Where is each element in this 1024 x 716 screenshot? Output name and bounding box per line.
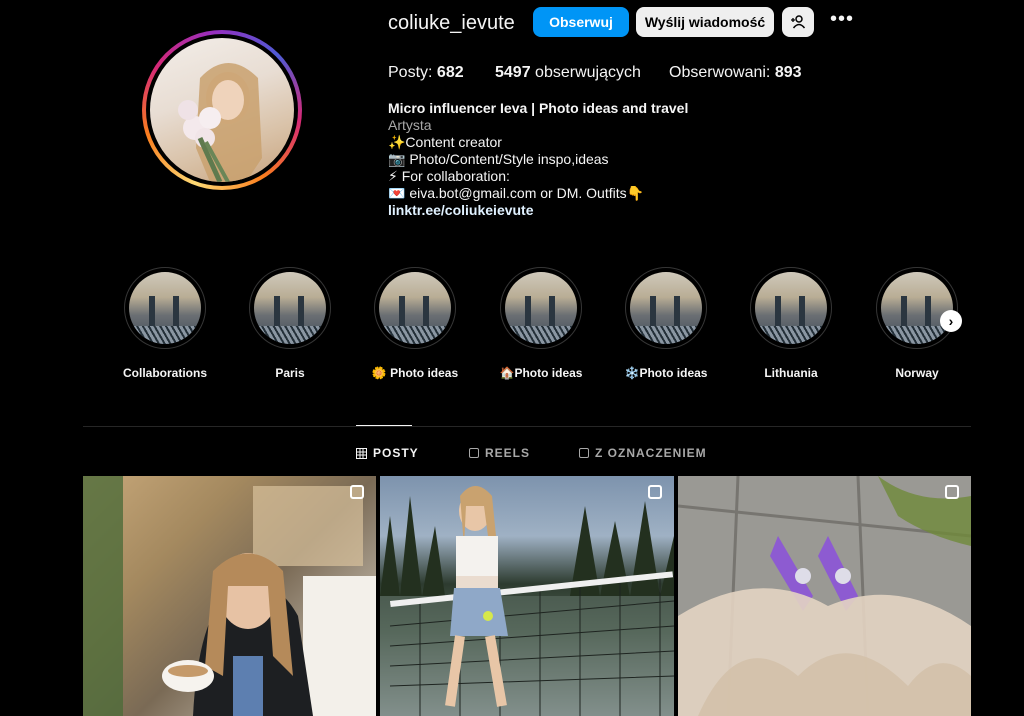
profile-avatar-ring[interactable]	[142, 30, 302, 190]
following-value: 893	[774, 64, 802, 81]
highlight-cover	[876, 267, 958, 349]
highlight-item[interactable]: Paris	[235, 267, 345, 380]
highlight-item[interactable]: ❄️Photo ideas	[611, 267, 721, 380]
tab-label: Z OZNACZENIEM	[595, 446, 707, 460]
posts-label: Posty:	[388, 64, 433, 81]
posts-count[interactable]: Posty: 682	[388, 64, 464, 82]
post-thumbnail[interactable]	[380, 476, 674, 716]
highlight-cover	[500, 267, 582, 349]
highlight-label: 🌼 Photo ideas	[371, 366, 459, 380]
bio-category: Artysta	[388, 117, 432, 133]
suggest-user-button[interactable]	[782, 7, 814, 37]
highlight-cover	[249, 267, 331, 349]
highlight-label: Norway	[895, 366, 939, 380]
reels-icon	[469, 448, 479, 458]
highlight-label: 🏠Photo ideas	[499, 366, 583, 380]
chevron-right-icon[interactable]: ›	[940, 310, 962, 332]
carousel-icon	[648, 485, 662, 499]
avatar-gap	[146, 34, 298, 186]
highlight-item[interactable]: 🌼 Photo ideas	[360, 267, 470, 380]
tab-tagged[interactable]: Z OZNACZENIEM	[579, 446, 707, 460]
highlight-cover	[750, 267, 832, 349]
followers-label: obserwujących	[535, 64, 641, 81]
posts-value: 682	[436, 64, 464, 81]
highlight-label: Collaborations	[122, 366, 207, 380]
post-thumbnail[interactable]	[83, 476, 376, 716]
tab-reels[interactable]: REELS	[469, 446, 530, 460]
post-image	[678, 476, 971, 716]
tab-label: POSTY	[373, 446, 419, 460]
avatar-illustration	[178, 63, 262, 182]
highlight-label: ❄️Photo ideas	[624, 366, 708, 380]
post-thumbnail[interactable]	[678, 476, 971, 716]
tabs-divider	[83, 426, 971, 427]
highlight-cover	[625, 267, 707, 349]
bio-line: 💌 eiva.bot@gmail.com or DM. Outfits👇	[388, 185, 645, 201]
followers-count[interactable]: 5497 obserwujących	[495, 64, 641, 82]
profile-avatar	[150, 38, 294, 182]
bio-link[interactable]: linktr.ee/coliukeievute	[388, 202, 688, 219]
carousel-icon	[350, 485, 364, 499]
grid-icon	[356, 447, 367, 459]
bio-line: 📷 Photo/Content/Style inspo,ideas	[388, 151, 609, 167]
tab-posts[interactable]: POSTY	[356, 446, 419, 460]
highlight-cover	[374, 267, 456, 349]
post-image	[380, 486, 674, 716]
profile-username: coliuke_ievute	[388, 12, 515, 34]
highlight-item[interactable]: Collaborations	[110, 267, 220, 380]
post-image	[83, 476, 376, 716]
send-message-button[interactable]: Wyślij wiadomość	[636, 7, 774, 37]
highlight-label: Lithuania	[764, 366, 818, 380]
active-tab-indicator	[356, 425, 412, 426]
bio-name: Micro influencer Ieva | Photo ideas and …	[388, 100, 689, 116]
reel-icon	[945, 485, 959, 499]
tab-label: REELS	[485, 446, 531, 460]
highlight-cover	[124, 267, 206, 349]
more-options-icon[interactable]: •••	[830, 9, 854, 32]
highlight-item[interactable]: 🏠Photo ideas	[486, 267, 596, 380]
tagged-icon	[579, 448, 589, 458]
highlight-item[interactable]: Lithuania	[736, 267, 846, 380]
bio-line: ⚡ For collaboration:	[388, 168, 510, 184]
bio-line: ✨Content creator	[388, 134, 502, 150]
profile-bio: Micro influencer Ieva | Photo ideas and …	[388, 100, 688, 219]
follow-button[interactable]: Obserwuj	[533, 7, 629, 37]
highlight-label: Paris	[275, 366, 305, 380]
following-count[interactable]: Obserwowani: 893	[669, 64, 802, 82]
followers-value: 5497	[495, 64, 531, 81]
add-user-icon	[791, 15, 806, 29]
following-label: Obserwowani:	[669, 64, 771, 81]
